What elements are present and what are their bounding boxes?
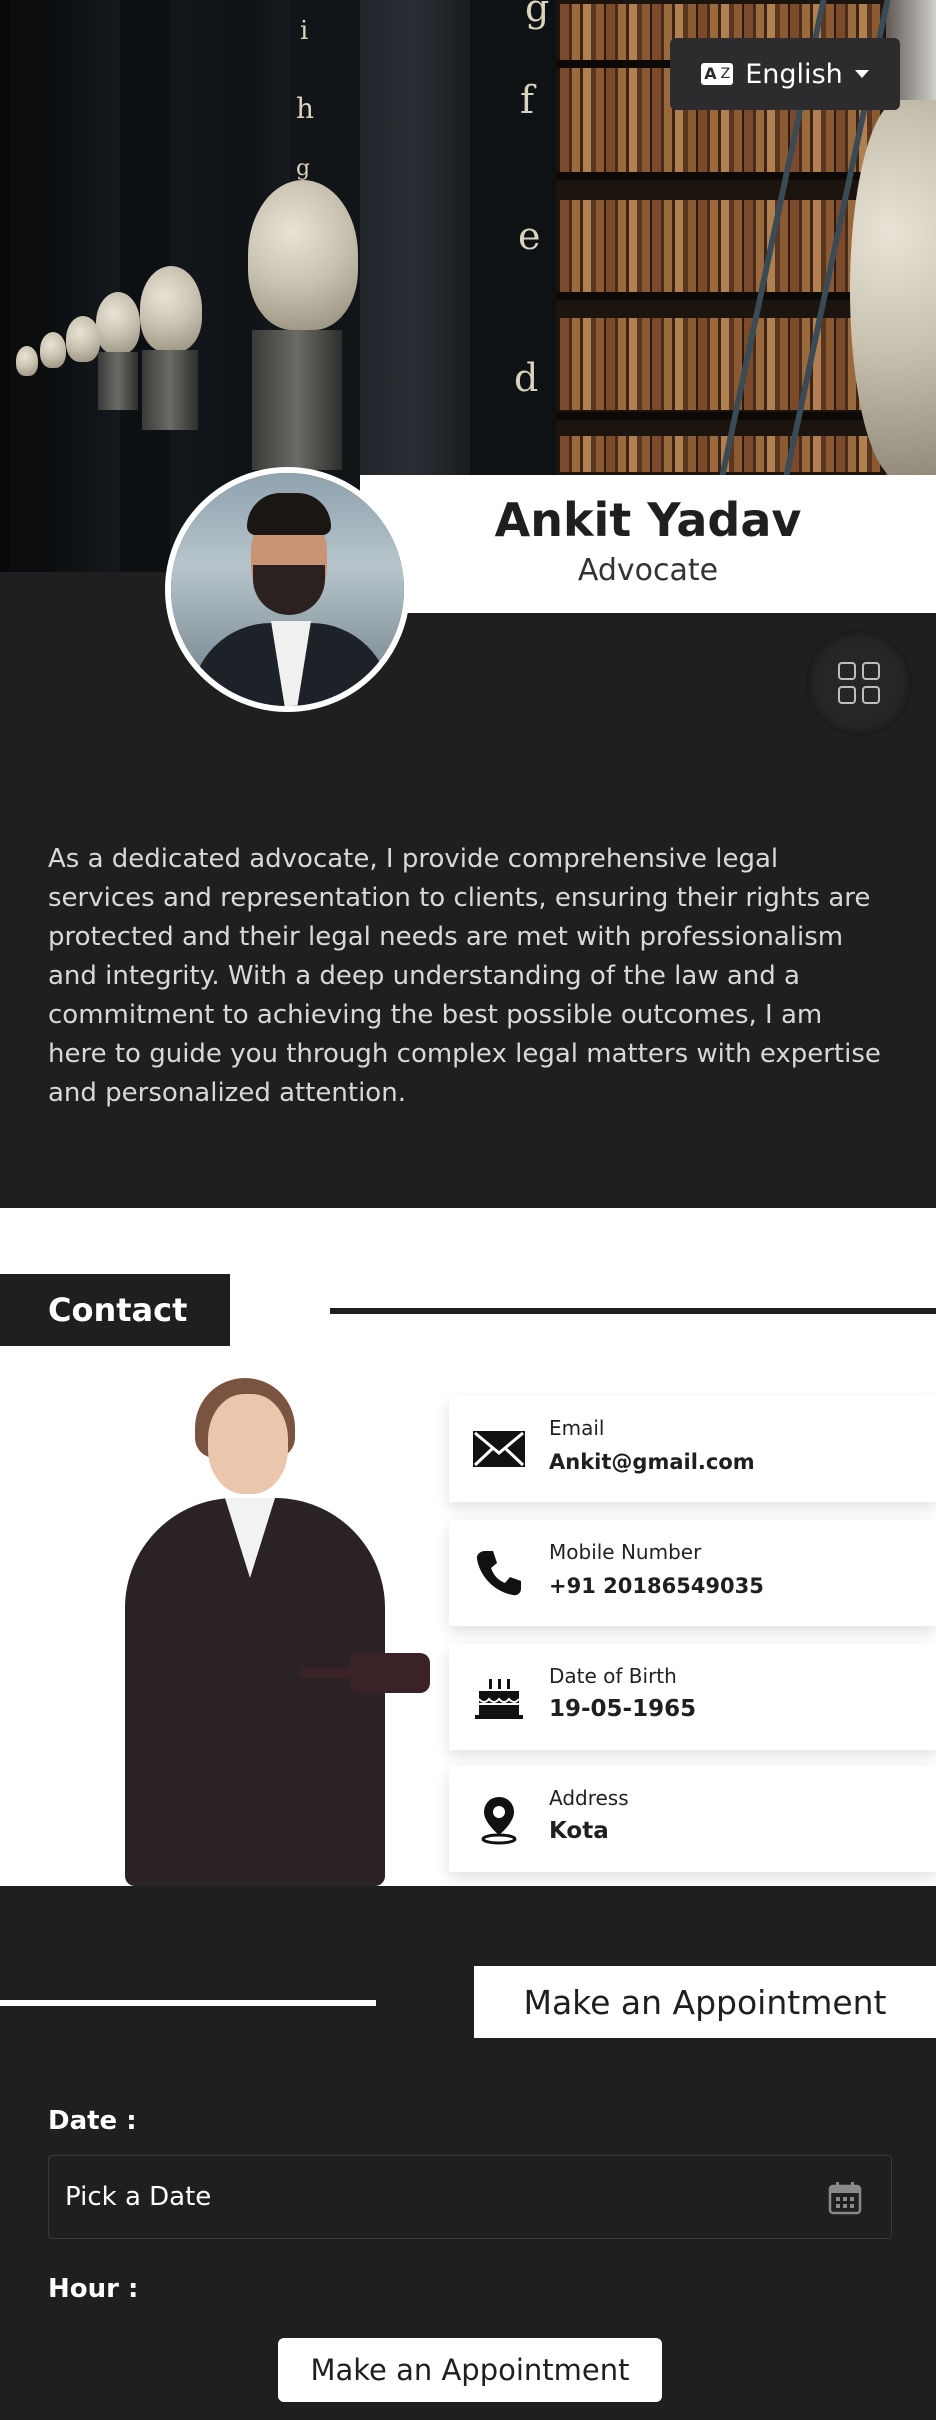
- shelf-letter: e: [518, 214, 541, 258]
- make-appointment-button[interactable]: Make an Appointment: [278, 2338, 662, 2402]
- grid-icon: [838, 662, 880, 704]
- pillar: [10, 0, 50, 572]
- contact-value: Kota: [549, 1818, 609, 1844]
- pedestal: [142, 350, 198, 430]
- lawyer-illustration: [100, 1378, 440, 1886]
- contact-label: Date of Birth: [549, 1664, 677, 1688]
- calendar-icon[interactable]: [827, 2180, 863, 2216]
- marble-bust: [40, 332, 66, 368]
- phone-icon: [476, 1551, 521, 1596]
- hour-label: Hour :: [48, 2274, 139, 2304]
- face: [208, 1394, 288, 1494]
- language-label: English: [745, 58, 843, 90]
- shelf: [556, 412, 886, 420]
- contact-value: +91 20186549035: [549, 1574, 764, 1598]
- shelf-letter: h: [296, 92, 315, 125]
- date-input[interactable]: [63, 2181, 763, 2213]
- shelf-letter: g: [525, 0, 550, 30]
- pedestal: [252, 330, 342, 470]
- profile-avatar: [165, 467, 410, 712]
- shelf-letter: f: [520, 78, 535, 122]
- gavel: [350, 1653, 430, 1693]
- marble-bust: [96, 292, 140, 354]
- profile-name-card: Ankit Yadav Advocate: [360, 475, 936, 613]
- marble-bust: [16, 346, 38, 376]
- caret-down-icon: [854, 70, 869, 78]
- menu-grid-button[interactable]: [806, 630, 912, 736]
- language-icon: [701, 63, 734, 85]
- book-row: [560, 318, 882, 410]
- appointment-title: Make an Appointment: [474, 1966, 936, 2038]
- cake-icon: [475, 1679, 523, 1719]
- contact-label: Address: [549, 1786, 629, 1810]
- contact-label: Email: [549, 1416, 605, 1440]
- pedestal: [98, 352, 138, 410]
- contact-card-email[interactable]: Email Ankit@gmail.com: [449, 1396, 936, 1502]
- grid-cell: [838, 662, 856, 680]
- contact-value: Ankit@gmail.com: [549, 1450, 755, 1474]
- grid-cell: [862, 662, 880, 680]
- profile-role: Advocate: [577, 553, 719, 588]
- date-label: Date :: [48, 2106, 137, 2136]
- contact-card-mobile[interactable]: Mobile Number +91 20186549035: [449, 1520, 936, 1626]
- shelf-letter: d: [514, 356, 539, 400]
- map-pin-icon: [481, 1797, 517, 1845]
- language-dropdown[interactable]: English: [670, 38, 900, 110]
- divider-line: [330, 1308, 936, 1314]
- grid-cell: [862, 686, 880, 704]
- contact-card-address[interactable]: Address Kota: [449, 1766, 936, 1872]
- marble-bust: [66, 316, 100, 362]
- date-field[interactable]: [48, 2155, 892, 2239]
- contact-label: Mobile Number: [549, 1540, 702, 1564]
- shelf: [556, 292, 886, 300]
- marble-bust: [248, 180, 358, 330]
- contact-value: 19-05-1965: [549, 1696, 697, 1722]
- shelf-letter: i: [300, 16, 309, 46]
- contact-title: Contact: [0, 1274, 230, 1346]
- marble-bust: [140, 266, 202, 352]
- profile-name: Ankit Yadav: [494, 493, 802, 547]
- shelf-letter: g: [296, 156, 311, 181]
- about-text: As a dedicated advocate, I provide compr…: [48, 844, 881, 1108]
- envelope-icon: [473, 1431, 525, 1467]
- grid-cell: [838, 686, 856, 704]
- divider-line: [0, 2000, 376, 2006]
- contact-card-dob: Date of Birth 19-05-1965: [449, 1644, 936, 1750]
- contact-section: Contact Email Ankit@gmail.com Mobile Num…: [0, 1208, 936, 1886]
